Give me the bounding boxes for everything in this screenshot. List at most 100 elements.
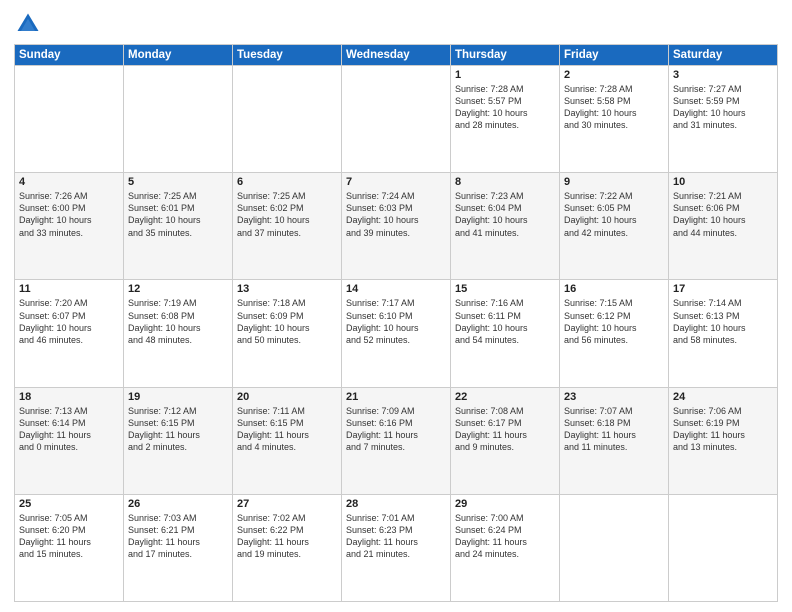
calendar-cell: 10 Sunrise: 7:21 AM Sunset: 6:06 PM Dayli… [669, 173, 778, 280]
day-number: 19 [128, 391, 228, 403]
day-number: 4 [19, 176, 119, 188]
calendar-cell: 5 Sunrise: 7:25 AM Sunset: 6:01 PM Daylig… [124, 173, 233, 280]
day-number: 29 [455, 498, 555, 510]
day-info: Sunrise: 7:28 AM Sunset: 5:57 PM Dayligh… [455, 83, 555, 132]
day-number: 8 [455, 176, 555, 188]
day-number: 7 [346, 176, 446, 188]
day-number: 26 [128, 498, 228, 510]
day-info: Sunrise: 7:11 AM Sunset: 6:15 PM Dayligh… [237, 405, 337, 454]
calendar-cell [233, 66, 342, 173]
day-number: 9 [564, 176, 664, 188]
calendar-cell: 6Sunrise: 7:25 AM Sunset: 6:02 PM Daylig… [233, 173, 342, 280]
weekday-header: Saturday [669, 45, 778, 66]
day-info: Sunrise: 7:28 AM Sunset: 5:58 PM Dayligh… [564, 83, 664, 132]
page: SundayMondayTuesdayWednesdayThursdayFrid… [0, 0, 792, 612]
day-info: Sunrise: 7:08 AM Sunset: 6:17 PM Dayligh… [455, 405, 555, 454]
calendar-cell: 22 Sunrise: 7:08 AM Sunset: 6:17 PM Dayli… [451, 387, 560, 494]
weekday-header: Wednesday [342, 45, 451, 66]
day-info: Sunrise: 7:06 AM Sunset: 6:19 PM Dayligh… [673, 405, 773, 454]
calendar-cell: 18Sunrise: 7:13 AM Sunset: 6:14 PM Dayli… [15, 387, 124, 494]
header [14, 10, 778, 38]
calendar-cell [560, 494, 669, 601]
calendar-cell: 20 Sunrise: 7:11 AM Sunset: 6:15 PM Dayli… [233, 387, 342, 494]
day-info: Sunrise: 7:24 AM Sunset: 6:03 PM Dayligh… [346, 190, 446, 239]
day-info: Sunrise: 7:21 AM Sunset: 6:06 PM Dayligh… [673, 190, 773, 239]
calendar-header: SundayMondayTuesdayWednesdayThursdayFrid… [15, 45, 778, 66]
calendar-cell: 9 Sunrise: 7:22 AM Sunset: 6:05 PM Daylig… [560, 173, 669, 280]
day-info: Sunrise: 7:14 AM Sunset: 6:13 PM Dayligh… [673, 297, 773, 346]
calendar-cell: 21 Sunrise: 7:09 AM Sunset: 6:16 PM Dayli… [342, 387, 451, 494]
calendar-cell: 13 Sunrise: 7:18 AM Sunset: 6:09 PM Dayli… [233, 280, 342, 387]
calendar-cell: 26 Sunrise: 7:03 AM Sunset: 6:21 PM Dayli… [124, 494, 233, 601]
day-info: Sunrise: 7:03 AM Sunset: 6:21 PM Dayligh… [128, 512, 228, 561]
calendar-cell: 23Sunrise: 7:07 AM Sunset: 6:18 PM Dayli… [560, 387, 669, 494]
day-number: 1 [455, 69, 555, 81]
calendar-cell: 7 Sunrise: 7:24 AM Sunset: 6:03 PM Daylig… [342, 173, 451, 280]
day-number: 28 [346, 498, 446, 510]
day-info: Sunrise: 7:09 AM Sunset: 6:16 PM Dayligh… [346, 405, 446, 454]
logo [14, 10, 46, 38]
day-info: Sunrise: 7:15 AM Sunset: 6:12 PM Dayligh… [564, 297, 664, 346]
calendar-body: 1 Sunrise: 7:28 AM Sunset: 5:57 PM Daylig… [15, 66, 778, 602]
day-info: Sunrise: 7:25 AM Sunset: 6:02 PM Dayligh… [237, 190, 337, 239]
calendar-cell: 28 Sunrise: 7:01 AM Sunset: 6:23 PM Dayli… [342, 494, 451, 601]
weekday-header: Monday [124, 45, 233, 66]
day-number: 24 [673, 391, 773, 403]
calendar-cell: 16 Sunrise: 7:15 AM Sunset: 6:12 PM Dayli… [560, 280, 669, 387]
calendar: SundayMondayTuesdayWednesdayThursdayFrid… [14, 44, 778, 602]
calendar-cell: 15Sunrise: 7:16 AM Sunset: 6:11 PM Dayli… [451, 280, 560, 387]
calendar-cell: 14 Sunrise: 7:17 AM Sunset: 6:10 PM Dayli… [342, 280, 451, 387]
day-info: Sunrise: 7:07 AM Sunset: 6:18 PM Dayligh… [564, 405, 664, 454]
day-info: Sunrise: 7:00 AM Sunset: 6:24 PM Dayligh… [455, 512, 555, 561]
calendar-cell: 29 Sunrise: 7:00 AM Sunset: 6:24 PM Dayli… [451, 494, 560, 601]
day-info: Sunrise: 7:25 AM Sunset: 6:01 PM Dayligh… [128, 190, 228, 239]
calendar-cell: 17Sunrise: 7:14 AM Sunset: 6:13 PM Dayli… [669, 280, 778, 387]
weekday-header: Tuesday [233, 45, 342, 66]
day-number: 21 [346, 391, 446, 403]
calendar-week: 11Sunrise: 7:20 AM Sunset: 6:07 PM Dayli… [15, 280, 778, 387]
day-info: Sunrise: 7:18 AM Sunset: 6:09 PM Dayligh… [237, 297, 337, 346]
day-number: 27 [237, 498, 337, 510]
day-number: 3 [673, 69, 773, 81]
day-number: 16 [564, 283, 664, 295]
calendar-cell: 12 Sunrise: 7:19 AM Sunset: 6:08 PM Dayli… [124, 280, 233, 387]
day-info: Sunrise: 7:12 AM Sunset: 6:15 PM Dayligh… [128, 405, 228, 454]
day-info: Sunrise: 7:16 AM Sunset: 6:11 PM Dayligh… [455, 297, 555, 346]
weekday-header: Sunday [15, 45, 124, 66]
calendar-cell: 2Sunrise: 7:28 AM Sunset: 5:58 PM Daylig… [560, 66, 669, 173]
day-info: Sunrise: 7:02 AM Sunset: 6:22 PM Dayligh… [237, 512, 337, 561]
weekday-row: SundayMondayTuesdayWednesdayThursdayFrid… [15, 45, 778, 66]
day-info: Sunrise: 7:17 AM Sunset: 6:10 PM Dayligh… [346, 297, 446, 346]
weekday-header: Thursday [451, 45, 560, 66]
day-info: Sunrise: 7:19 AM Sunset: 6:08 PM Dayligh… [128, 297, 228, 346]
day-info: Sunrise: 7:01 AM Sunset: 6:23 PM Dayligh… [346, 512, 446, 561]
day-info: Sunrise: 7:22 AM Sunset: 6:05 PM Dayligh… [564, 190, 664, 239]
calendar-cell: 19 Sunrise: 7:12 AM Sunset: 6:15 PM Dayli… [124, 387, 233, 494]
calendar-cell [669, 494, 778, 601]
calendar-cell: 25 Sunrise: 7:05 AM Sunset: 6:20 PM Dayli… [15, 494, 124, 601]
day-number: 14 [346, 283, 446, 295]
day-number: 12 [128, 283, 228, 295]
calendar-cell: 24 Sunrise: 7:06 AM Sunset: 6:19 PM Dayli… [669, 387, 778, 494]
weekday-header: Friday [560, 45, 669, 66]
day-info: Sunrise: 7:26 AM Sunset: 6:00 PM Dayligh… [19, 190, 119, 239]
day-number: 5 [128, 176, 228, 188]
calendar-cell [342, 66, 451, 173]
day-number: 10 [673, 176, 773, 188]
day-info: Sunrise: 7:27 AM Sunset: 5:59 PM Dayligh… [673, 83, 773, 132]
day-info: Sunrise: 7:05 AM Sunset: 6:20 PM Dayligh… [19, 512, 119, 561]
calendar-week: 18Sunrise: 7:13 AM Sunset: 6:14 PM Dayli… [15, 387, 778, 494]
day-number: 18 [19, 391, 119, 403]
logo-icon [14, 10, 42, 38]
calendar-week: 4 Sunrise: 7:26 AM Sunset: 6:00 PM Daylig… [15, 173, 778, 280]
calendar-cell: 4 Sunrise: 7:26 AM Sunset: 6:00 PM Daylig… [15, 173, 124, 280]
day-number: 11 [19, 283, 119, 295]
day-number: 22 [455, 391, 555, 403]
day-number: 20 [237, 391, 337, 403]
calendar-cell: 1 Sunrise: 7:28 AM Sunset: 5:57 PM Daylig… [451, 66, 560, 173]
day-info: Sunrise: 7:23 AM Sunset: 6:04 PM Dayligh… [455, 190, 555, 239]
day-number: 13 [237, 283, 337, 295]
calendar-cell [15, 66, 124, 173]
day-number: 25 [19, 498, 119, 510]
calendar-cell: 11Sunrise: 7:20 AM Sunset: 6:07 PM Dayli… [15, 280, 124, 387]
